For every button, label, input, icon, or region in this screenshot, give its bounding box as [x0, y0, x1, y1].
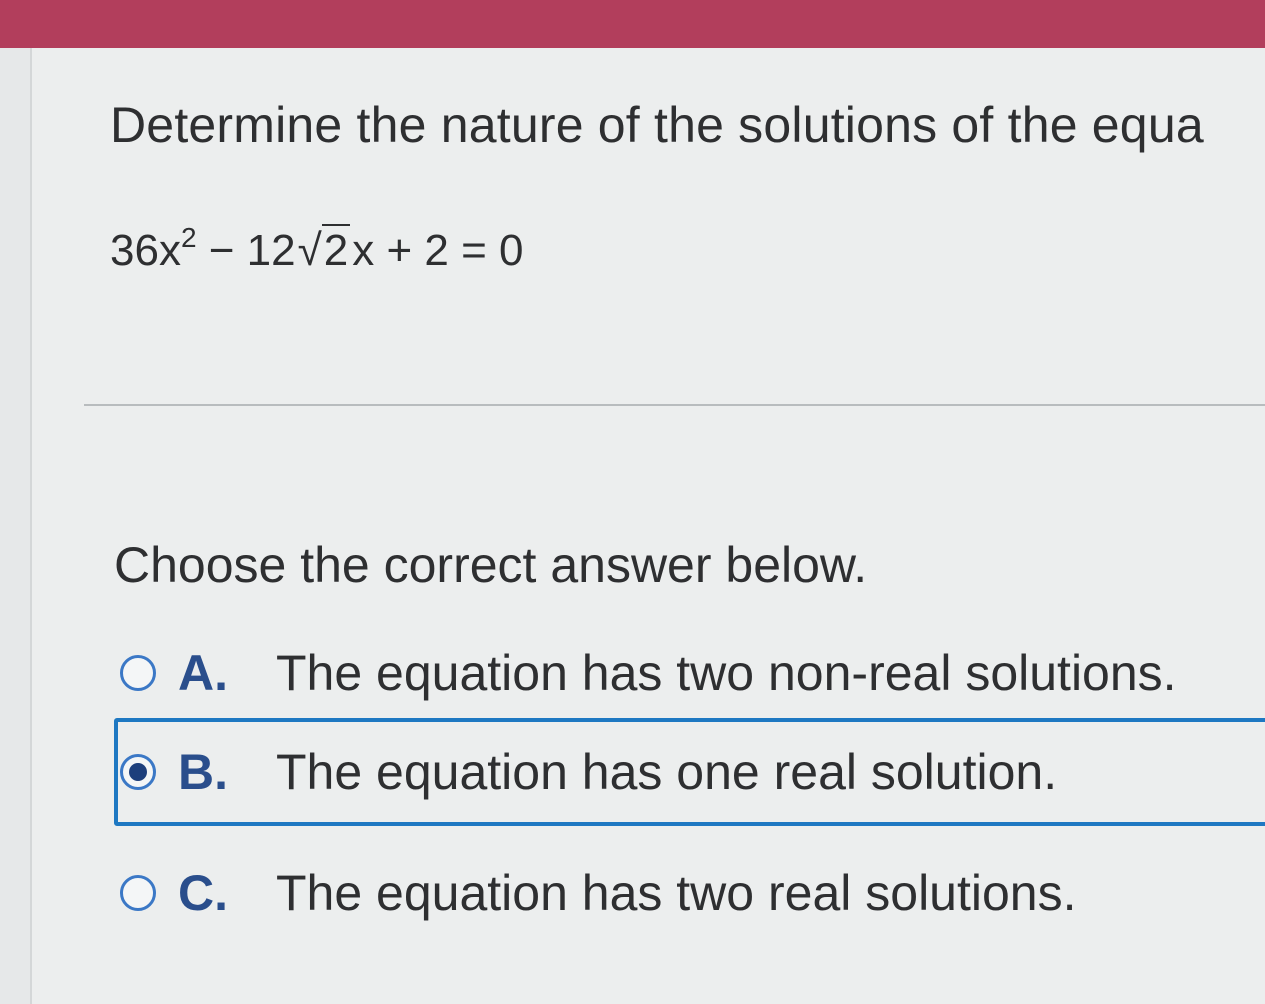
- question-text: Determine the nature of the solutions of…: [110, 97, 1204, 153]
- option-a[interactable]: A. The equation has two non-real solutio…: [116, 628, 1265, 718]
- radio-button-c[interactable]: [120, 875, 156, 911]
- equation-exponent: 2: [180, 222, 197, 253]
- option-text-a: The equation has two non-real solutions.: [276, 645, 1177, 701]
- option-text-c: The equation has two real solutions.: [276, 865, 1077, 921]
- equation-term-3: x + 2 = 0: [352, 226, 524, 275]
- radio-button-b[interactable]: [120, 754, 156, 790]
- radicand: 2: [321, 224, 351, 275]
- option-c[interactable]: C. The equation has two real solutions.: [116, 848, 1265, 938]
- option-b[interactable]: B. The equation has one real solution.: [114, 718, 1265, 826]
- option-letter-a: A.: [178, 645, 228, 701]
- equation-term-1: 36x: [110, 226, 181, 275]
- radio-button-a[interactable]: [120, 655, 156, 691]
- answer-prompt: Choose the correct answer below.: [114, 537, 868, 593]
- radio-selected-dot: [129, 763, 147, 781]
- header-bar: [0, 0, 1265, 48]
- option-letter-b: B.: [178, 744, 228, 800]
- equation-term-2: − 12: [196, 226, 296, 275]
- question-panel: Determine the nature of the solutions of…: [30, 48, 1265, 1004]
- section-divider: [84, 404, 1265, 406]
- equation: 36x 2 − 12 √ 2 x + 2 = 0: [110, 222, 524, 276]
- option-text-b: The equation has one real solution.: [276, 744, 1058, 800]
- radical-sign: √: [297, 226, 322, 275]
- option-letter-c: C.: [178, 865, 228, 921]
- square-root: √ 2: [298, 224, 351, 276]
